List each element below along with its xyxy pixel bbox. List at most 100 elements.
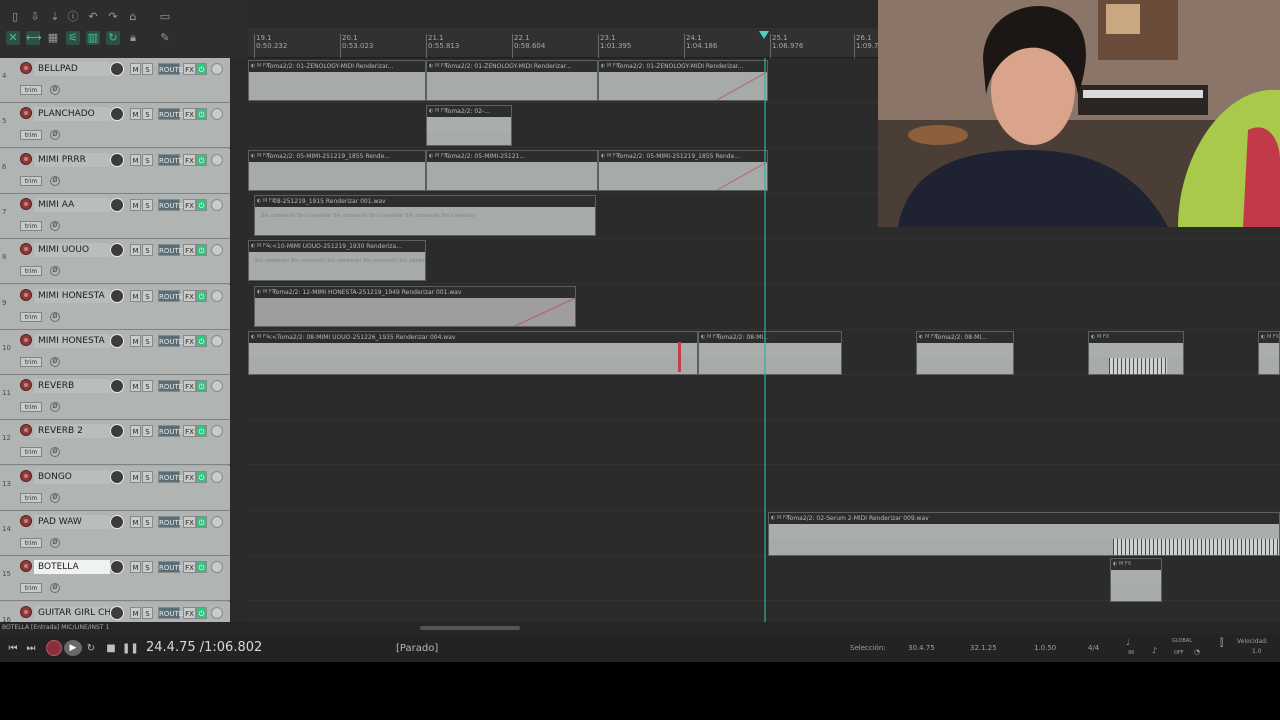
route-button[interactable]: ROUTE [158, 198, 183, 211]
lock-icon[interactable]: 🔒︎ [126, 31, 140, 45]
mute-button[interactable]: M [130, 470, 141, 483]
mute-button[interactable]: M [130, 153, 141, 166]
solo-button[interactable]: S [142, 470, 153, 483]
record-button[interactable] [46, 640, 62, 656]
automation-mode-button[interactable]: trim [20, 492, 42, 503]
record-arm-button[interactable] [20, 605, 32, 618]
pan-knob[interactable] [211, 561, 223, 574]
scrollbar-thumb[interactable] [420, 626, 520, 630]
track-row[interactable]: 5 PLANCHADO M S ROUTE FX ⏻ trim Ø [0, 103, 230, 149]
solo-button[interactable]: S [142, 244, 153, 257]
fx-button[interactable]: FX [183, 198, 196, 211]
record-arm-button[interactable] [20, 424, 32, 437]
auto-crossfade-icon[interactable]: ⚟ [66, 31, 80, 45]
solo-button[interactable]: S [142, 561, 153, 574]
redo-icon[interactable]: ↷ [106, 10, 120, 24]
media-item[interactable]: Toma2/2: 08-MI... [916, 331, 1014, 375]
mute-button[interactable]: M [130, 516, 141, 528]
phase-invert-icon[interactable]: Ø [50, 538, 60, 548]
media-item[interactable]: Toma2/2: 08-MI... [698, 331, 842, 375]
media-item[interactable]: Toma2/2: 01-ZENOLOGY-MIDI Renderizar... [248, 60, 426, 101]
pan-knob[interactable] [211, 380, 223, 393]
fx-button[interactable]: FX [183, 516, 196, 528]
automation-mode-button[interactable]: trim [20, 583, 42, 594]
loop-icon[interactable]: ↻ [106, 31, 120, 45]
pan-knob[interactable] [211, 425, 223, 438]
automation-mode-button[interactable]: trim [20, 311, 42, 322]
phase-invert-icon[interactable]: Ø [50, 175, 60, 186]
media-item[interactable]: Toma2/2: 02-... [426, 105, 512, 146]
phase-invert-icon[interactable]: Ø [50, 402, 60, 413]
solo-button[interactable]: S [142, 606, 153, 619]
record-arm-button[interactable] [20, 288, 32, 301]
track-row[interactable]: 9 MIMI HONESTA M S ROUTE FX ⏻ trim Ø [0, 284, 230, 330]
go-to-start-icon[interactable]: ⏮ [6, 642, 20, 656]
save-project-icon[interactable]: ⇣ [48, 10, 62, 24]
phase-invert-icon[interactable]: Ø [50, 130, 60, 141]
mute-button[interactable]: M [130, 380, 141, 393]
track-name[interactable]: MIMI HONESTA [34, 288, 110, 303]
automation-mode-button[interactable]: trim [20, 85, 42, 95]
phase-invert-icon[interactable]: Ø [50, 220, 60, 231]
mute-button[interactable]: M [130, 425, 141, 438]
fx-button[interactable]: FX [183, 108, 196, 121]
record-arm-button[interactable] [20, 152, 32, 165]
volume-knob[interactable] [110, 605, 124, 620]
play-button[interactable]: ▶ [64, 640, 82, 656]
track-name[interactable]: MIMI HONESTA [34, 333, 110, 348]
track-name[interactable]: MIMI PRRR [34, 152, 110, 167]
track-name[interactable]: REVERB 2 [34, 424, 110, 439]
record-arm-button[interactable] [20, 197, 32, 210]
volume-knob[interactable] [110, 469, 124, 484]
fx-button[interactable]: FX [183, 153, 196, 166]
media-item[interactable] [1258, 331, 1280, 375]
media-item[interactable]: Toma2/2: 05-MIMI-251219_1855 Rende... [598, 150, 768, 191]
fx-bypass-icon[interactable]: ⏻ [196, 108, 207, 121]
track-row[interactable]: 10 MIMI HONESTA M S ROUTE FX ⏻ trim Ø [0, 329, 230, 375]
track-name[interactable]: MIMI UOUO [34, 243, 110, 258]
track-name[interactable]: BONGO [34, 469, 110, 484]
media-item[interactable] [1088, 331, 1184, 375]
track-row[interactable]: 13 BONGO M S ROUTE FX ⏻ trim Ø [0, 465, 230, 511]
phase-invert-icon[interactable]: Ø [50, 85, 60, 95]
pause-icon[interactable]: ❚❚ [122, 642, 139, 656]
mute-button[interactable]: M [130, 198, 141, 211]
automation-mode-icon[interactable]: ◔ [1194, 648, 1200, 656]
phase-invert-icon[interactable]: Ø [50, 311, 60, 322]
pan-knob[interactable] [211, 108, 223, 121]
timeline-ruler[interactable]: 19.1 0:50.232 20.1 0:53.023 21.1 0:55.813 2… [248, 28, 883, 58]
route-button[interactable]: ROUTE [158, 606, 183, 619]
fx-bypass-icon[interactable]: ⏻ [196, 380, 207, 393]
phase-invert-icon[interactable]: Ø [50, 356, 60, 367]
media-item[interactable]: Toma2/2: 02-Serum 2-MIDI Renderizar 009.… [768, 512, 1280, 556]
fx-bypass-icon[interactable]: ⏻ [196, 561, 207, 574]
fx-bypass-icon[interactable]: ⏻ [196, 244, 207, 257]
route-button[interactable]: ROUTE [158, 63, 183, 75]
fx-bypass-icon[interactable]: ⏻ [196, 153, 207, 166]
route-button[interactable]: ROUTE [158, 244, 183, 257]
pan-knob[interactable] [211, 289, 223, 302]
mute-button[interactable]: M [130, 244, 141, 257]
pan-knob[interactable] [211, 470, 223, 483]
track-name[interactable]: PLANCHADO [34, 107, 110, 122]
stop-icon[interactable]: ■ [104, 642, 118, 656]
track-name[interactable]: REVERB [34, 379, 110, 394]
selection-length[interactable]: 1.0.50 [1034, 644, 1056, 652]
undo-icon[interactable]: ↶ [86, 10, 100, 24]
rate-icon[interactable]: ⫿ [1220, 638, 1223, 649]
fx-bypass-icon[interactable]: ⏻ [196, 289, 207, 302]
fx-bypass-icon[interactable]: ⏻ [196, 198, 207, 211]
new-project-icon[interactable]: ▯ [8, 10, 22, 24]
selection-start[interactable]: 30.4.75 [908, 644, 935, 652]
volume-knob[interactable] [110, 62, 124, 76]
pan-knob[interactable] [211, 198, 223, 211]
automation-mode-button[interactable]: trim [20, 175, 42, 186]
volume-knob[interactable] [110, 379, 124, 394]
fx-bypass-icon[interactable]: ⏻ [196, 606, 207, 619]
pencil-tool-icon[interactable]: ✎ [158, 31, 172, 45]
media-item[interactable]: Toma2/2: 01-ZENOLOGY-MIDI Renderizar... [598, 60, 768, 101]
volume-knob[interactable] [110, 288, 124, 303]
fx-button[interactable]: FX [183, 289, 196, 302]
route-button[interactable]: ROUTE [158, 153, 183, 166]
media-item[interactable]: Toma2/2: 05-MIMI-251219_1855 Rende... [248, 150, 426, 191]
